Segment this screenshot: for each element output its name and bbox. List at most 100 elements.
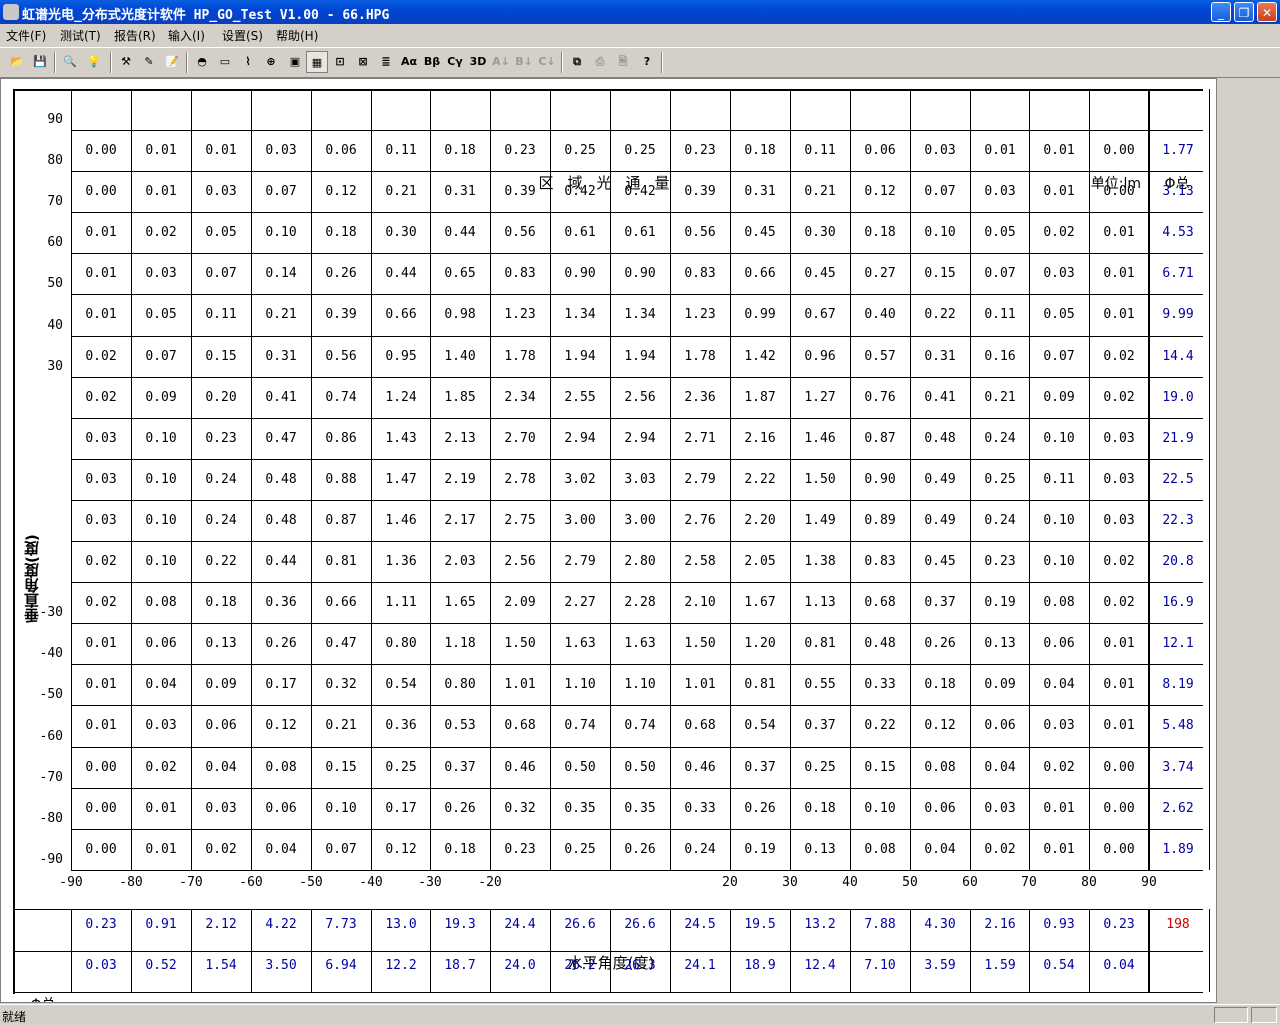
flux-cell: 0.44 [444, 225, 476, 240]
useful-flux-cell: 7.10 [864, 958, 896, 973]
menu-test[interactable]: 测试(T) [60, 27, 101, 44]
flux-cell: 1.27 [804, 390, 836, 405]
flux-cell: 1.10 [564, 677, 596, 692]
save-icon[interactable]: 💾 [29, 51, 51, 73]
list-icon[interactable]: ≣ [375, 51, 397, 73]
flux-cell: 0.01 [85, 225, 117, 240]
cylinder-icon[interactable]: ▭ [214, 51, 236, 73]
flux-cell: 0.01 [1043, 801, 1075, 816]
chain-icon[interactable]: ⌇ [237, 51, 259, 73]
flux-cell: 0.18 [205, 595, 237, 610]
tools-icon[interactable]: ⚒ [115, 51, 137, 73]
flux-cell: 0.01 [1103, 677, 1135, 692]
lamp-icon[interactable]: 💡 [83, 51, 105, 73]
flux-cell: 0.40 [864, 307, 896, 322]
flux-cell: 0.18 [444, 143, 476, 158]
menu-file[interactable]: 文件(F) [6, 27, 46, 44]
flux-cell: 0.66 [385, 307, 417, 322]
useful-flux-cell: 24.1 [684, 958, 716, 973]
close-button[interactable]: ✕ [1257, 2, 1277, 22]
minimize-button[interactable]: _ [1211, 2, 1231, 22]
x-tick-label: -60 [239, 875, 263, 890]
flux-cell: 0.49 [924, 513, 956, 528]
flux-cell: 0.02 [85, 554, 117, 569]
pages-icon[interactable]: ⧉ [566, 51, 588, 73]
restore-button[interactable]: ❐ [1234, 2, 1254, 22]
alpha-icon[interactable]: Aα [398, 51, 420, 73]
flux-cell: 0.11 [385, 143, 417, 158]
app-icon[interactable] [3, 4, 19, 20]
menu-input[interactable]: 输入(I) [168, 27, 205, 44]
close-box-icon[interactable]: ⊠ [352, 51, 374, 73]
flux-cell: 1.67 [744, 595, 776, 610]
flux-cell: 0.81 [325, 554, 357, 569]
print-setup-icon[interactable]: 🗎 [612, 51, 634, 73]
open-icon[interactable]: 📂 [6, 51, 28, 73]
menu-report[interactable]: 报告(R) [114, 27, 156, 44]
3d-icon[interactable]: 3D [467, 51, 489, 73]
light-distribution-icon[interactable]: ◓ [191, 51, 213, 73]
flux-cell: 0.06 [265, 801, 297, 816]
flux-cell: 0.61 [564, 225, 596, 240]
grid-table-icon[interactable]: ▦ [306, 51, 328, 73]
x-tick-label: -70 [179, 875, 203, 890]
flux-cell: 0.42 [624, 184, 656, 199]
flux-cell: 0.02 [984, 842, 1016, 857]
flux-cell: 0.53 [444, 718, 476, 733]
flux-cell: 0.08 [1043, 595, 1075, 610]
flux-cell: 0.21 [385, 184, 417, 199]
flux-cell: 1.13 [804, 595, 836, 610]
flux-cell: 0.12 [385, 842, 417, 857]
help-icon[interactable]: ? [636, 51, 658, 73]
flux-cell: 0.21 [984, 390, 1016, 405]
sort-b-icon[interactable]: B↓ [513, 51, 535, 73]
row-total-cell: 6.71 [1162, 266, 1194, 281]
flux-table-view[interactable]: 区域光通量 单位:lm Φ总 垂直角度(度) 水平角度(度) Φ总 Φ有 0.0… [0, 78, 1217, 1003]
calibrate-icon[interactable]: ✎ [138, 51, 160, 73]
useful-flux-cell: 3.59 [924, 958, 956, 973]
flux-cell: 3.00 [624, 513, 656, 528]
sort-a-icon[interactable]: A↓ [490, 51, 512, 73]
flux-cell: 0.19 [984, 595, 1016, 610]
grid-row-line [71, 171, 1203, 172]
flux-cell: 0.07 [205, 266, 237, 281]
toolbar-separator [561, 52, 563, 73]
flux-cell: 2.09 [504, 595, 536, 610]
print-preview-icon[interactable]: 🔍 [59, 51, 81, 73]
flux-cell: 1.50 [684, 636, 716, 651]
flux-cell: 0.01 [984, 143, 1016, 158]
globe-icon[interactable]: ⊕ [260, 51, 282, 73]
flux-cell: 0.05 [145, 307, 177, 322]
column-total-cell: 7.88 [864, 917, 896, 932]
row-total-cell: 1.89 [1162, 842, 1194, 857]
menu-settings[interactable]: 设置(S) [222, 27, 263, 44]
flux-cell: 1.34 [564, 307, 596, 322]
flux-cell: 1.94 [624, 349, 656, 364]
chart-small-icon[interactable]: ⊡ [329, 51, 351, 73]
flux-cell: 0.03 [85, 431, 117, 446]
print-icon[interactable]: ⎙ [589, 51, 611, 73]
beta-icon[interactable]: Bβ [421, 51, 443, 73]
flux-cell: 0.02 [1103, 554, 1135, 569]
flux-cell: 2.17 [444, 513, 476, 528]
flux-cell: 0.02 [85, 390, 117, 405]
flux-cell: 0.37 [804, 718, 836, 733]
y-tick-label: 80 [47, 153, 63, 168]
flux-cell: 0.17 [385, 801, 417, 816]
flux-cell: 0.02 [1103, 390, 1135, 405]
x-tick-label: -30 [418, 875, 442, 890]
menu-help[interactable]: 帮助(H) [276, 27, 318, 44]
useful-flux-cell: 1.54 [205, 958, 237, 973]
image-icon[interactable]: ▣ [284, 51, 306, 73]
sort-c-icon[interactable]: C↓ [536, 51, 558, 73]
flux-cell: 0.01 [145, 143, 177, 158]
title-bar[interactable]: 虹谱光电_分布式光度计软件 HP_GO_Test V1.00 - 66.HPG … [0, 0, 1280, 24]
useful-flux-cell: 1.59 [984, 958, 1016, 973]
row-total-cell: 2.62 [1162, 801, 1194, 816]
gamma-icon[interactable]: Cγ [444, 51, 466, 73]
flux-cell: 0.25 [564, 143, 596, 158]
right-panel-strip [1217, 78, 1280, 1003]
flux-cell: 0.18 [744, 143, 776, 158]
document-edit-icon[interactable]: 📝 [161, 51, 183, 73]
flux-cell: 0.47 [265, 431, 297, 446]
